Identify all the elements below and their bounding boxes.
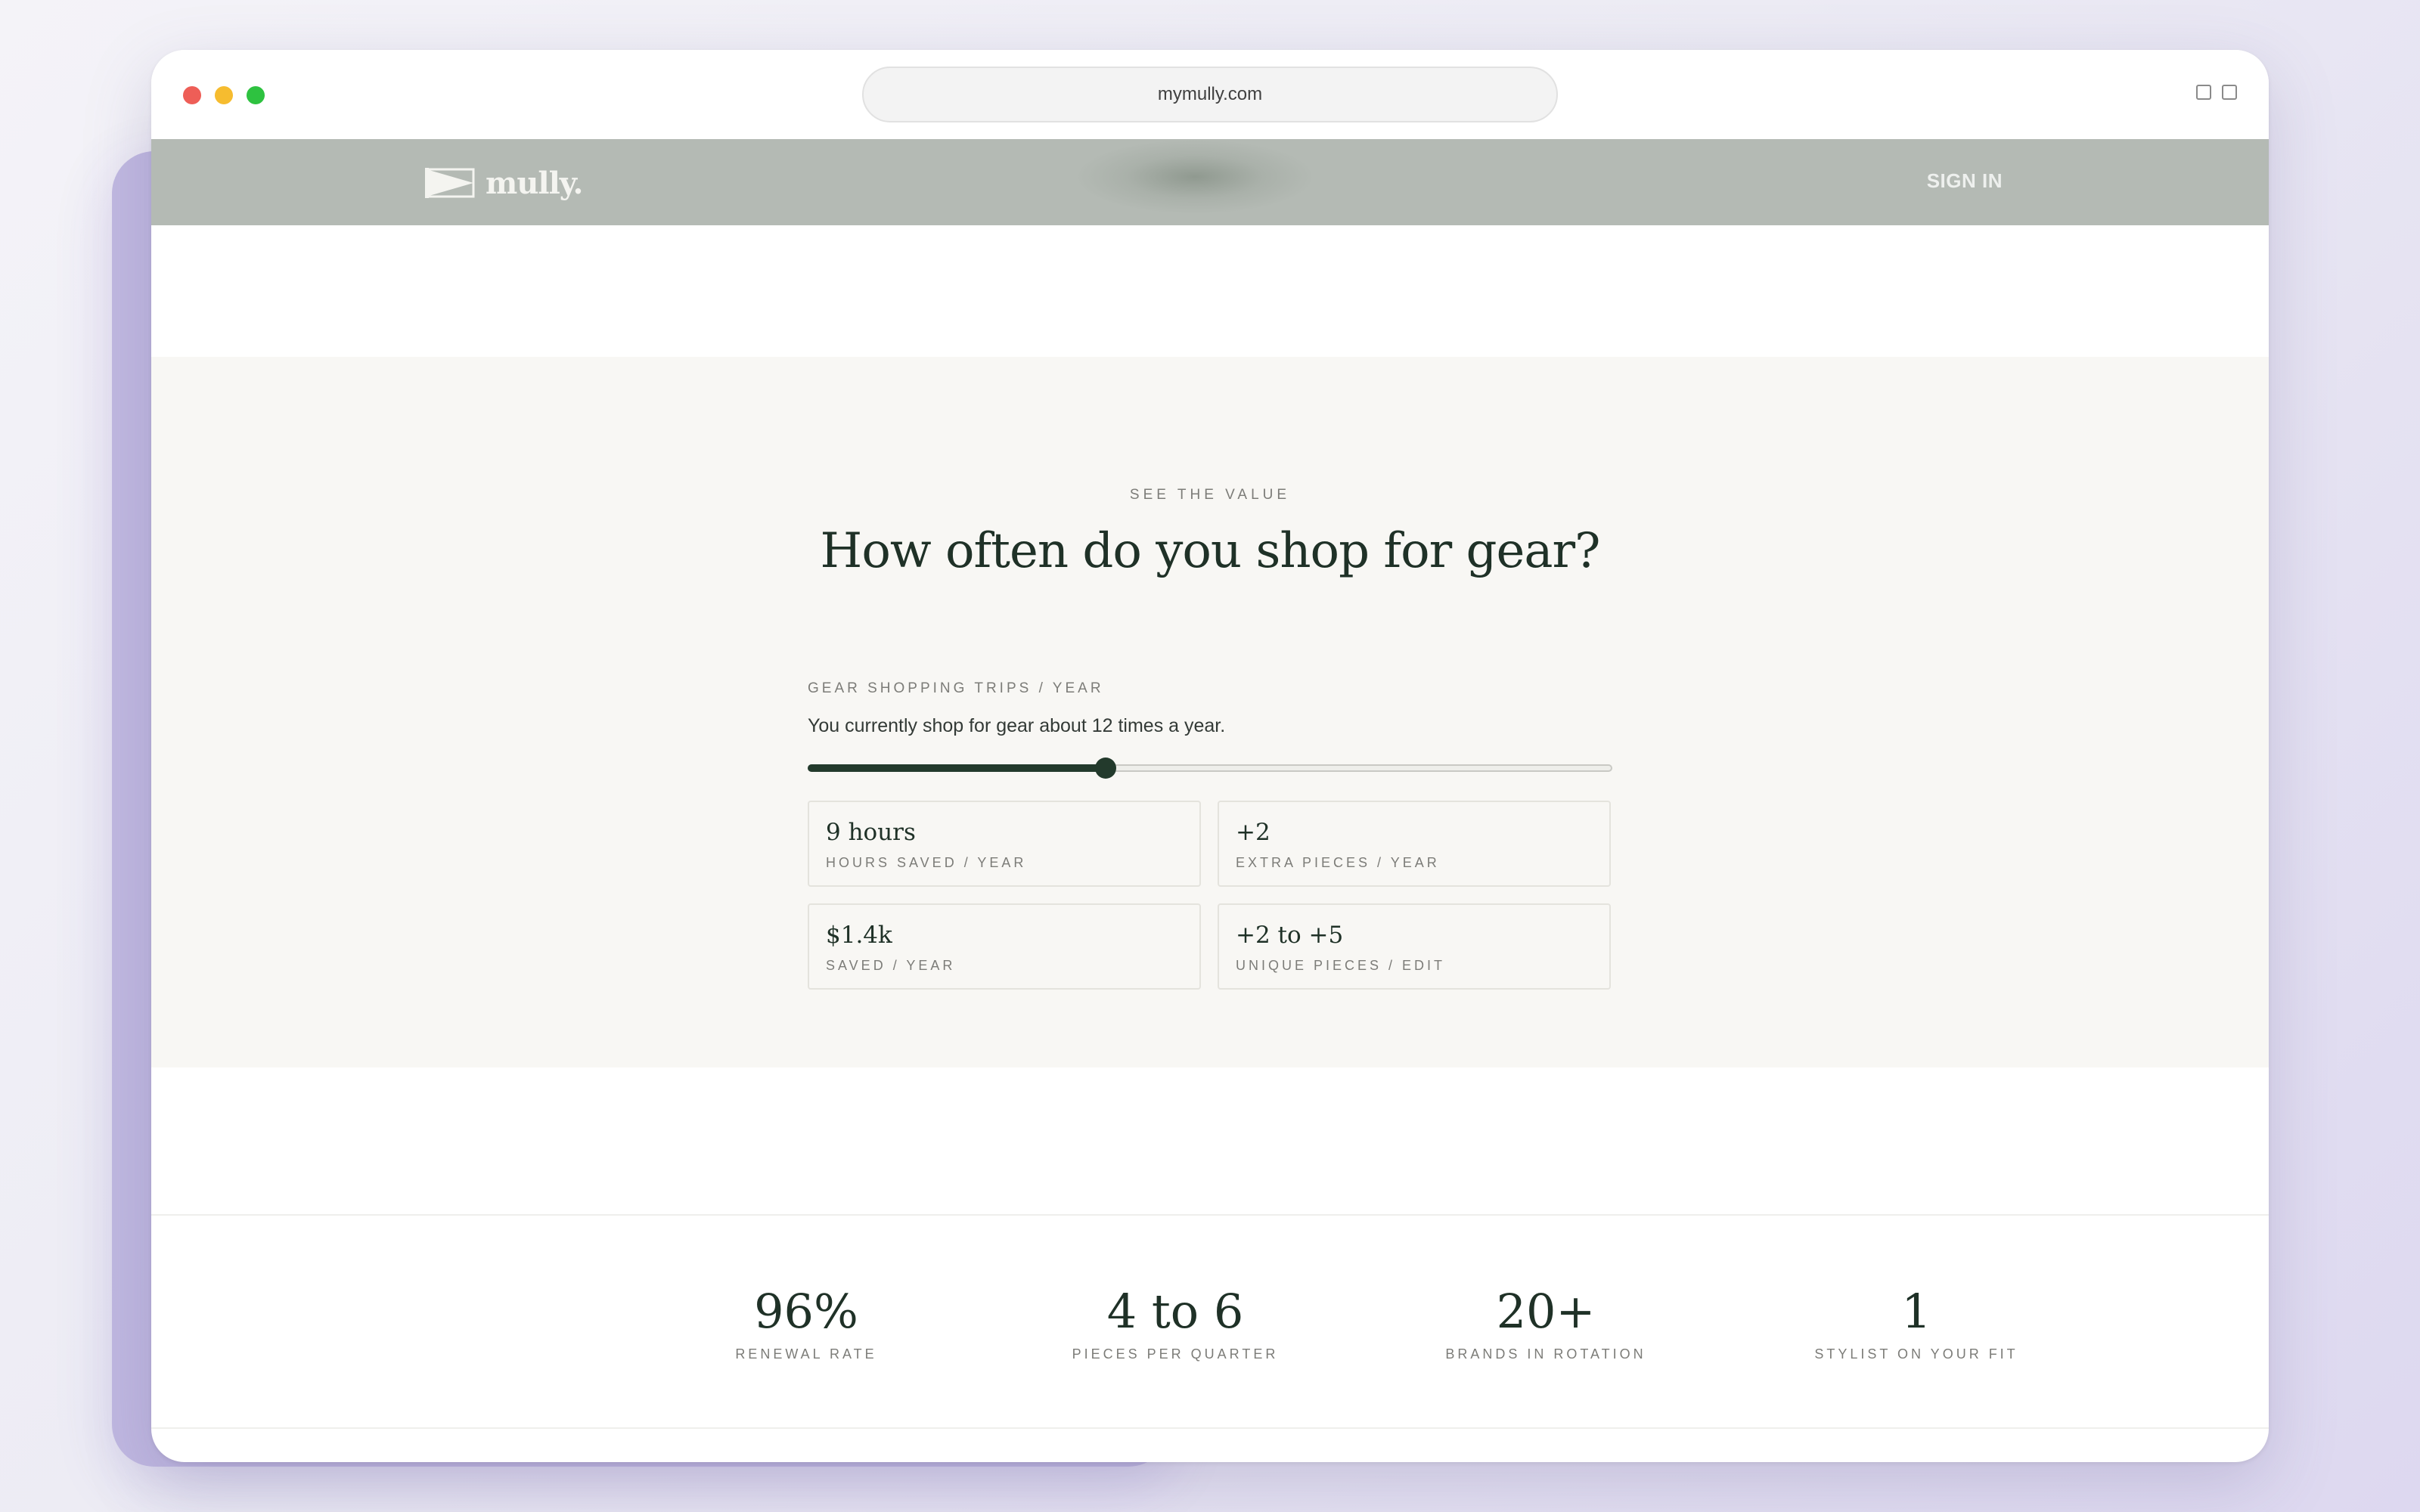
metrics-strip: 96% RENEWAL RATE 4 to 6 PIECES PER QUART… [151,1284,2269,1397]
header-blur-overlay [1074,139,1316,215]
metric-renewal-rate: 96% RENEWAL RATE [655,1284,957,1362]
slider-thumb[interactable] [1094,758,1116,779]
metric-stylist-on-fit: 1 STYLIST ON YOUR FIT [1765,1284,2068,1362]
stat-label: EXTRA PIECES / YEAR [1236,855,1440,870]
stat-label: SAVED / YEAR [826,958,956,973]
metric-pieces-per-quarter: 4 to 6 PIECES PER QUARTER [1024,1284,1326,1362]
stat-label: UNIQUE PIECES / EDIT [1236,958,1446,973]
browser-titlebar: mymully.com [151,50,2269,139]
sign-in-link[interactable]: SIGN IN [1927,169,2003,193]
metric-value: 20+ [1496,1284,1596,1339]
see-the-value-section: SEE THE VALUE How often do you shop for … [151,357,2269,1067]
stat-value: +2 to +5 [1236,922,1344,949]
minimize-window-button[interactable] [215,86,233,104]
metrics-divider-bottom [151,1427,2269,1429]
savings-calculator: GEAR SHOPPING TRIPS / YEAR You currently… [808,680,1612,990]
stat-grid: 9 hours HOURS SAVED / YEAR +2 EXTRA PIEC… [808,801,1612,990]
metric-brands-in-rotation: 20+ BRANDS IN ROTATION [1395,1284,1697,1362]
split-view-icon[interactable] [2196,85,2211,100]
calculator-description: You currently shop for gear about 12 tim… [808,715,1226,736]
stat-card-unique-pieces: +2 to +5 UNIQUE PIECES / EDIT [1218,903,1611,990]
stat-value: 9 hours [826,819,916,846]
metric-value: 1 [1901,1284,1931,1339]
stat-label: HOURS SAVED / YEAR [826,855,1027,870]
browser-window: mymully.com mully. SIGN IN SEE THE VALUE… [151,50,2269,1462]
metric-label: RENEWAL RATE [735,1346,877,1362]
logo-flag-icon [425,168,475,198]
stat-card-hours-saved: 9 hours HOURS SAVED / YEAR [808,801,1201,887]
calculator-label: GEAR SHOPPING TRIPS / YEAR [808,680,1104,696]
slider-fill [808,764,1106,772]
metrics-divider-top [151,1214,2269,1216]
stat-value: $1.4k [826,922,892,949]
section-eyebrow: SEE THE VALUE [1129,487,1291,503]
shopping-trips-slider[interactable] [808,755,1612,781]
address-bar[interactable]: mymully.com [862,67,1558,122]
stat-card-extra-pieces: +2 EXTRA PIECES / YEAR [1218,801,1611,887]
logo-wordmark: mully. [486,165,583,201]
stat-card-money-saved: $1.4k SAVED / YEAR [808,903,1201,990]
metric-value: 4 to 6 [1106,1284,1244,1339]
section-headline: How often do you shop for gear? [820,523,1601,579]
maximize-window-button[interactable] [247,86,265,104]
tab-overview-icon[interactable] [2222,85,2237,100]
close-window-button[interactable] [183,86,201,104]
address-bar-url: mymully.com [1157,84,1263,104]
stat-value: +2 [1236,819,1270,846]
metric-value: 96% [754,1284,858,1339]
metric-label: PIECES PER QUARTER [1072,1346,1279,1362]
window-controls [183,86,274,104]
metric-label: STYLIST ON YOUR FIT [1814,1346,2018,1362]
tab-overview-controls [2196,85,2242,103]
site-header: mully. SIGN IN [151,139,2269,225]
site-logo[interactable]: mully. [425,163,583,203]
metric-label: BRANDS IN ROTATION [1445,1346,1646,1362]
